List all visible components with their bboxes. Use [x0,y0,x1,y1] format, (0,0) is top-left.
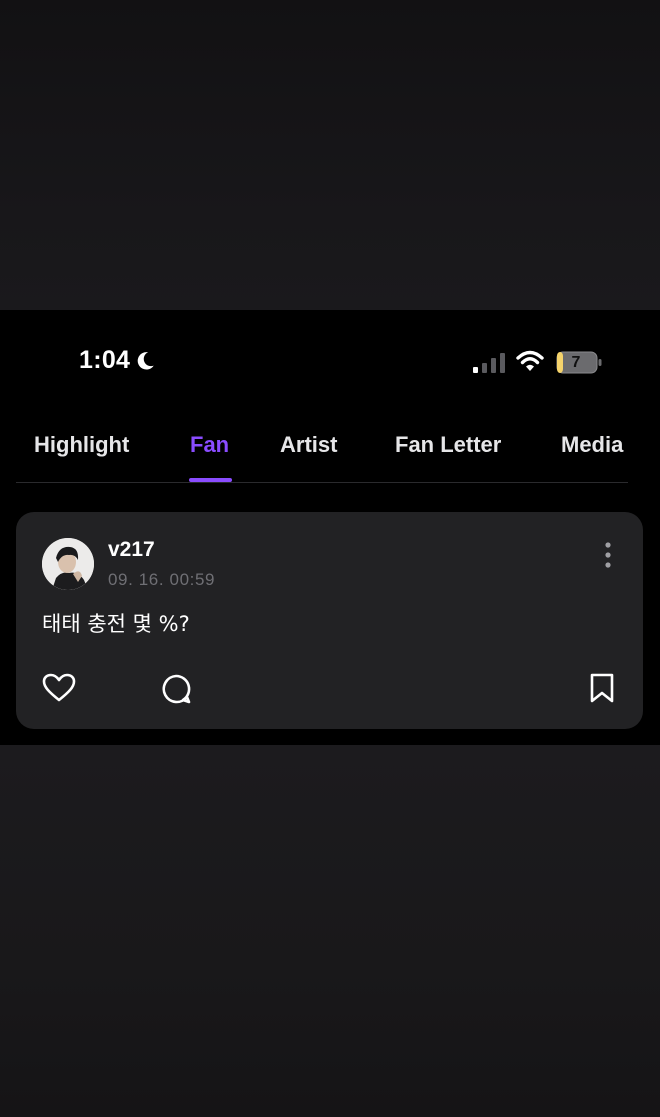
wifi-icon [516,350,544,371]
background-top [0,0,660,310]
bookmark-icon[interactable] [588,672,616,704]
tab-artist[interactable]: Artist [280,432,337,458]
status-time: 1:04 [79,346,156,375]
post-text: 태태 충전 몇 %? [42,612,190,636]
moon-icon [137,351,154,370]
post-timestamp: 09. 16. 00:59 [108,570,216,589]
battery-level-text: 7 [571,354,581,371]
comment-icon[interactable] [160,673,192,705]
phone-screen: 1:04 7 Highlight Fan Artist Fan Letter M… [0,310,660,745]
more-vertical-icon[interactable] [600,540,616,570]
heart-icon[interactable] [42,673,76,703]
avatar[interactable] [42,538,94,590]
tab-bar: Highlight Fan Artist Fan Letter Media [0,422,660,482]
post-card[interactable]: v217 09. 16. 00:59 태태 충전 몇 %? [16,512,643,729]
avatar-image [42,538,94,590]
tab-highlight[interactable]: Highlight [34,432,129,458]
status-time-text: 1:04 [79,346,131,374]
signal-icon [473,353,505,373]
tabs-divider [16,482,628,483]
background-bottom [0,745,660,1117]
tab-media[interactable]: Media [561,432,623,458]
post-username[interactable]: v217 [108,538,155,562]
tab-fan[interactable]: Fan [190,432,229,458]
tab-fan-letter[interactable]: Fan Letter [395,432,501,458]
